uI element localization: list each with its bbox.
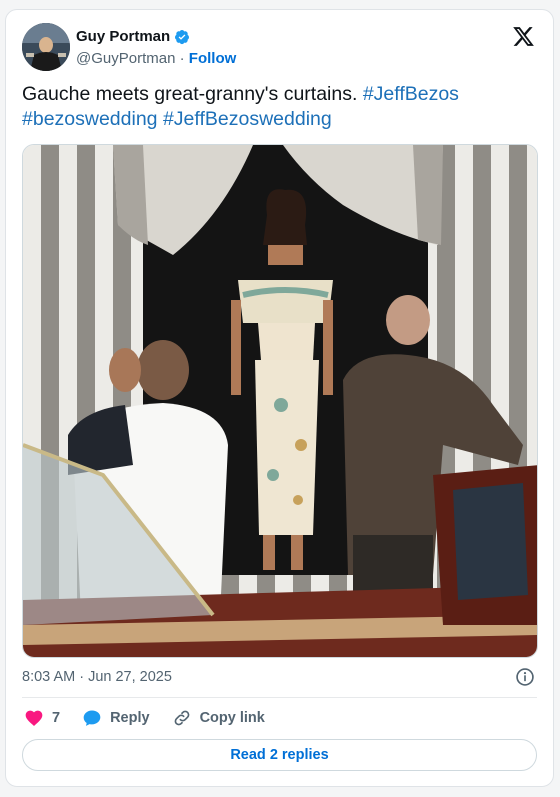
- avatar-image: [22, 23, 70, 71]
- link-icon: [174, 710, 189, 726]
- tweet-body-text: Gauche meets great-granny's curtains.: [22, 83, 363, 105]
- reply-bubble-icon: [83, 710, 101, 726]
- tweet-card: Guy Portman @GuyPortman · Follow Gauche …: [5, 9, 554, 787]
- author-handle[interactable]: @GuyPortman: [76, 50, 175, 67]
- divider: [22, 697, 537, 698]
- reply-button[interactable]: Reply: [82, 708, 150, 728]
- separator: ·: [179, 50, 185, 67]
- author-name[interactable]: Guy Portman: [76, 28, 170, 45]
- x-logo-icon[interactable]: [512, 25, 535, 48]
- hashtag-link[interactable]: #JeffBezoswedding: [163, 108, 332, 130]
- copy-link-label: Copy link: [199, 710, 265, 726]
- read-replies-button[interactable]: Read 2 replies: [22, 739, 537, 771]
- tweet-timestamp[interactable]: 8:03 AM · Jun 27, 2025: [22, 669, 172, 685]
- like-button[interactable]: 7: [24, 708, 60, 728]
- tweet-text: Gauche meets great-granny's curtains. #J…: [22, 82, 522, 132]
- tweet-photo[interactable]: [22, 144, 538, 658]
- hashtag-link[interactable]: #JeffBezos: [363, 83, 459, 105]
- hashtag-link[interactable]: #bezoswedding: [22, 108, 158, 130]
- read-replies-label: Read 2 replies: [230, 747, 329, 763]
- info-icon[interactable]: [515, 667, 535, 687]
- photo-image: [23, 145, 537, 657]
- verified-badge-icon: [175, 29, 190, 44]
- reply-label: Reply: [110, 710, 150, 726]
- heart-icon: [25, 710, 43, 726]
- follow-button[interactable]: Follow: [189, 50, 237, 67]
- action-bar: 7 Reply Copy link: [24, 708, 287, 728]
- copy-link-button[interactable]: Copy link: [172, 708, 265, 728]
- avatar[interactable]: [22, 23, 70, 71]
- like-count: 7: [52, 710, 61, 726]
